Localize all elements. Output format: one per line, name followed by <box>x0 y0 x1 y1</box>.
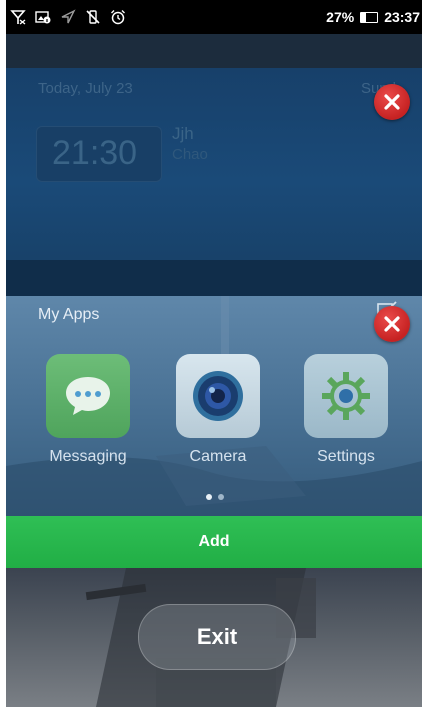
page-indicator <box>206 494 224 500</box>
close-icon <box>384 316 400 332</box>
clock-time: 23:37 <box>384 9 420 25</box>
location-icon <box>60 9 76 25</box>
messaging-icon <box>46 354 130 438</box>
card-bottom-shade <box>6 260 422 296</box>
status-right: 27% 23:37 <box>326 9 420 25</box>
app-label-messaging: Messaging <box>49 448 127 465</box>
page-dot-2 <box>218 494 224 500</box>
app-label-settings: Settings <box>317 448 375 465</box>
recent-card-my-apps[interactable]: My Apps Messaging Camera Settings <box>6 296 422 516</box>
widget-event-title: Jjh <box>172 124 194 143</box>
widget-date: Today, July 23 <box>38 80 133 97</box>
settings-icon <box>304 354 388 438</box>
camera-icon <box>176 354 260 438</box>
app-label-camera: Camera <box>189 448 247 465</box>
app-messaging[interactable]: Messaging <box>44 354 132 466</box>
close-card-1-button[interactable] <box>374 84 410 120</box>
page-dot-1 <box>206 494 212 500</box>
card-top-strip <box>6 34 422 68</box>
app-camera[interactable]: Camera <box>174 354 262 466</box>
add-button[interactable]: Add <box>6 516 422 568</box>
bottom-area: Exit <box>6 568 422 707</box>
exit-button[interactable]: Exit <box>138 604 296 670</box>
close-icon <box>384 94 400 110</box>
signal-off-icon <box>10 9 26 25</box>
phone-screen: 27% 23:37 Today, July 23 Sund 21:30 Jjh … <box>6 0 422 707</box>
image-info-icon <box>35 9 51 25</box>
battery-icon <box>360 11 379 23</box>
widget-event-subtitle: Chao <box>172 146 208 163</box>
app-settings[interactable]: Settings <box>302 354 390 466</box>
battery-percent: 27% <box>326 9 355 25</box>
vibrate-off-icon <box>85 9 101 25</box>
status-bar: 27% 23:37 <box>6 0 422 34</box>
status-icons <box>10 9 126 25</box>
recent-card-widget[interactable]: Today, July 23 Sund 21:30 Jjh Chao <box>6 34 422 296</box>
my-apps-title: My Apps <box>38 306 100 323</box>
close-card-2-button[interactable] <box>374 306 410 342</box>
widget-clock: 21:30 <box>52 134 138 172</box>
alarm-icon <box>110 9 126 25</box>
